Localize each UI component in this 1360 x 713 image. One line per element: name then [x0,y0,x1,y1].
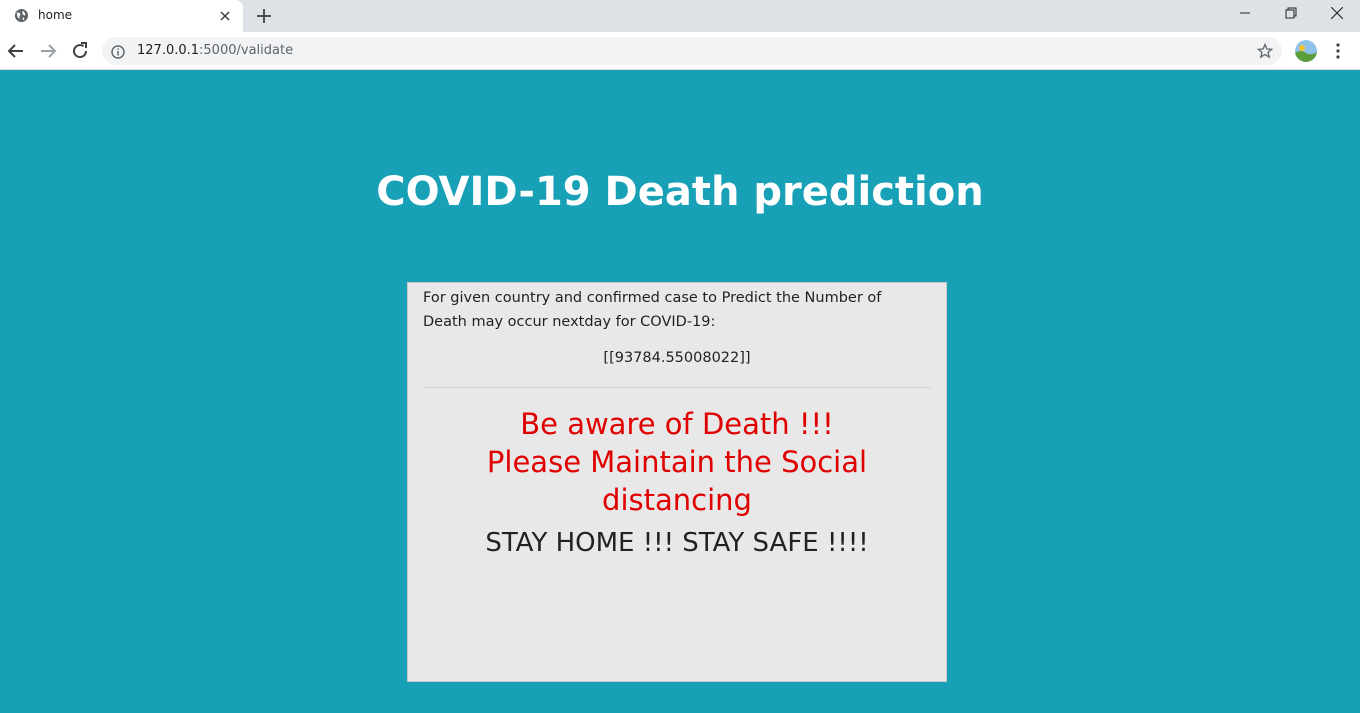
globe-icon [14,8,29,23]
prediction-description: For given country and confirmed case to … [423,290,882,330]
warning-message: Be aware of Death !!! Please Maintain th… [438,405,916,519]
url-path: :5000/validate [199,43,294,58]
page-title: COVID-19 Death prediction [376,169,984,215]
avatar[interactable] [1295,40,1317,62]
stay-home-message: STAY HOME !!! STAY SAFE !!!! [485,528,869,558]
kebab-menu-icon[interactable] [1328,41,1348,61]
prediction-result: [[93784.55008022]] [603,350,751,366]
url-host: 127.0.0.1 [137,43,200,58]
warning-line-2: Please Maintain the Social distancing [486,445,868,517]
star-icon[interactable] [1256,42,1274,59]
info-icon[interactable] [111,44,125,59]
forward-arrow-icon[interactable] [36,39,60,63]
browser-tabstrip: home [0,0,1360,32]
browser-tab[interactable]: home [0,0,243,32]
browser-toolbar: 127.0.0.1:5000/validate [0,32,1360,70]
plus-icon[interactable] [255,7,273,25]
page-content: COVID-19 Death prediction For given coun… [0,71,1360,713]
address-bar[interactable]: 127.0.0.1:5000/validate [102,37,1282,65]
back-arrow-icon[interactable] [4,39,28,63]
result-card: For given country and confirmed case to … [407,282,947,682]
warning-line-1: Be aware of Death !!! [520,407,834,441]
restore-icon[interactable] [1268,0,1314,30]
divider [423,387,931,388]
close-icon[interactable] [217,8,233,24]
minimize-icon[interactable] [1222,0,1268,30]
url-text: 127.0.0.1:5000/validate [137,43,293,58]
window-close-icon[interactable] [1314,0,1360,30]
tab-title: home [38,8,73,22]
reload-icon[interactable] [68,39,92,63]
